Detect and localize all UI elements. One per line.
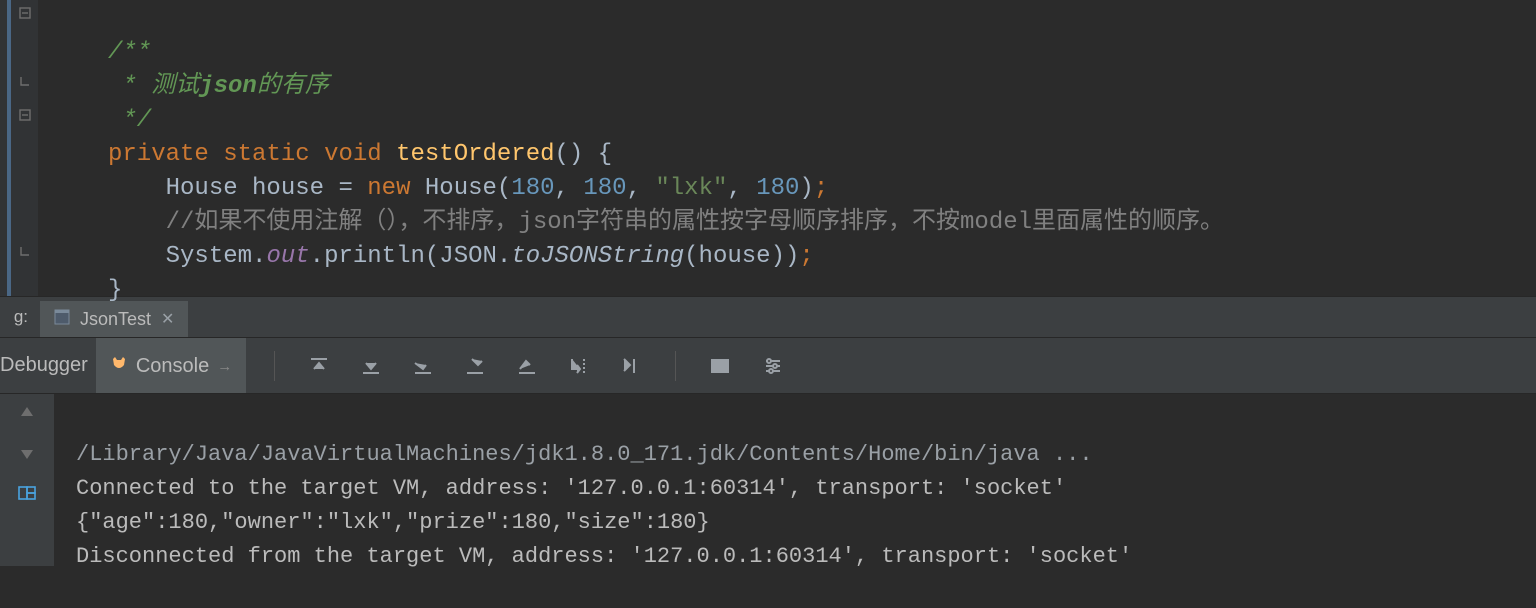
console-output[interactable]: /Library/Java/JavaVirtualMachines/jdk1.8… bbox=[54, 394, 1132, 566]
code-text: () bbox=[555, 141, 584, 168]
type: House bbox=[166, 175, 238, 202]
run-toolwindow-label: g: bbox=[0, 297, 32, 337]
console-tab-label: Console bbox=[136, 355, 209, 378]
editor-gutter bbox=[0, 0, 38, 296]
code-text: { bbox=[583, 141, 612, 168]
javadoc-open: /** bbox=[108, 39, 151, 66]
layout-icon[interactable] bbox=[16, 482, 38, 504]
console-toolbar: Debugger Console → bbox=[0, 338, 1536, 394]
javadoc-text: 测试 bbox=[151, 73, 199, 100]
console-action-bar bbox=[246, 338, 784, 393]
tab-debugger[interactable]: Debugger bbox=[0, 338, 96, 393]
keyword: void bbox=[324, 141, 382, 168]
fold-toggle-icon[interactable] bbox=[18, 108, 32, 122]
scroll-down-icon[interactable] bbox=[359, 354, 383, 378]
step-out-icon[interactable] bbox=[515, 354, 539, 378]
console-line: {"age":180,"owner":"lxk","prize":180,"si… bbox=[76, 510, 710, 535]
fold-toggle-icon[interactable] bbox=[18, 6, 32, 20]
run-tab-label: JsonTest bbox=[80, 309, 151, 330]
identifier: house bbox=[699, 243, 771, 270]
console-gutter bbox=[0, 394, 54, 566]
method-name: testOrdered bbox=[396, 141, 554, 168]
console-line: Connected to the target VM, address: '12… bbox=[76, 476, 1066, 501]
application-icon bbox=[54, 309, 70, 330]
keyword: static bbox=[223, 141, 309, 168]
tomcat-icon bbox=[110, 355, 128, 379]
tab-console[interactable]: Console → bbox=[96, 338, 246, 393]
keyword: private bbox=[108, 141, 209, 168]
step-into-icon[interactable] bbox=[463, 354, 487, 378]
static-method: toJSONString bbox=[511, 243, 684, 270]
run-tabbar: g: JsonTest ✕ bbox=[0, 296, 1536, 338]
run-tab[interactable]: JsonTest ✕ bbox=[40, 301, 188, 337]
number-literal: 180 bbox=[583, 175, 626, 202]
console-pane: /Library/Java/JavaVirtualMachines/jdk1.8… bbox=[0, 394, 1536, 566]
static-field: out bbox=[266, 243, 309, 270]
javadoc-text: 的有序 bbox=[257, 73, 329, 100]
javadoc-close: */ bbox=[108, 107, 151, 134]
keyword: new bbox=[367, 175, 410, 202]
step-over-icon[interactable] bbox=[411, 354, 435, 378]
string-literal: "lxk" bbox=[655, 175, 727, 202]
fold-end-icon bbox=[18, 74, 32, 88]
brace-close: } bbox=[108, 277, 122, 304]
arrow-down-icon[interactable] bbox=[16, 442, 38, 464]
javadoc-star: * bbox=[108, 73, 151, 100]
identifier: System bbox=[166, 243, 252, 270]
code-text: = bbox=[324, 175, 367, 202]
arrow-up-icon[interactable] bbox=[16, 402, 38, 424]
editor-pane: /** * 测试json的有序 */ private static void t… bbox=[0, 0, 1536, 296]
cursor-icon[interactable] bbox=[619, 354, 643, 378]
console-line: /Library/Java/JavaVirtualMachines/jdk1.8… bbox=[76, 442, 1093, 467]
constructor: House bbox=[425, 175, 497, 202]
pin-arrow-icon: → bbox=[217, 358, 232, 375]
code-area[interactable]: /** * 测试json的有序 */ private static void t… bbox=[38, 0, 1224, 296]
number-literal: 180 bbox=[511, 175, 554, 202]
identifier: JSON bbox=[439, 243, 497, 270]
console-line: Disconnected from the target VM, address… bbox=[76, 544, 1132, 569]
grid-icon[interactable] bbox=[708, 354, 732, 378]
line-comment: //如果不使用注解（），不排序，json字符串的属性按字母顺序排序，不按mode… bbox=[166, 209, 1224, 236]
soft-wrap-icon[interactable] bbox=[567, 354, 591, 378]
fold-end-icon bbox=[18, 244, 32, 258]
number-literal: 180 bbox=[756, 175, 799, 202]
close-icon[interactable]: ✕ bbox=[161, 309, 174, 329]
identifier: house bbox=[252, 175, 324, 202]
scroll-up-icon[interactable] bbox=[307, 354, 331, 378]
javadoc-text: json bbox=[199, 73, 257, 100]
settings-icon[interactable] bbox=[760, 354, 784, 378]
method-call: println bbox=[324, 243, 425, 270]
